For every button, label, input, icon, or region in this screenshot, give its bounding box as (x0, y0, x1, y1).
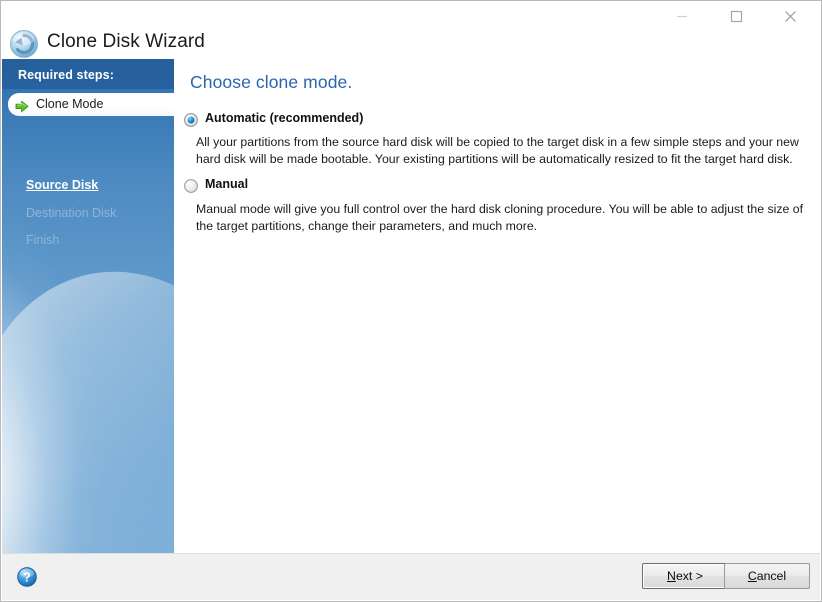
radio-option-label: Automatic (recommended) (205, 111, 364, 125)
window-title: Clone Disk Wizard (47, 31, 205, 52)
sidebar-item-clone-mode[interactable]: Clone Mode (8, 93, 174, 116)
radio-option-manual-description: Manual mode will give you full control o… (196, 202, 803, 233)
svg-text:?: ? (23, 571, 31, 585)
clone-disk-wizard-window: Clone Disk Wizard Required steps: Clone … (0, 0, 822, 602)
close-icon[interactable] (767, 1, 813, 31)
required-steps-label: Required steps: (18, 68, 114, 82)
footer-bar: ? Next > Cancel (2, 553, 820, 600)
next-button[interactable]: Next > (642, 563, 728, 589)
minimize-icon[interactable] (659, 1, 705, 31)
radio-option-label: Manual (205, 177, 249, 191)
cancel-button-accel: C (747, 569, 757, 583)
radio-automatic-icon[interactable] (184, 113, 198, 127)
maximize-icon[interactable] (713, 1, 759, 31)
green-arrow-icon (15, 98, 29, 113)
main-content: Choose clone mode. Automatic (recommende… (174, 59, 820, 556)
cancel-button[interactable]: Cancel (724, 563, 810, 589)
help-question-icon[interactable]: ? (15, 565, 39, 589)
sidebar-item-source-disk[interactable]: Source Disk (26, 179, 98, 192)
wizard-steps-sidebar: Required steps: Clone Mode Source Disk D… (2, 59, 174, 556)
radio-option-automatic-description: All your partitions from the source hard… (196, 135, 799, 166)
page-title: Choose clone mode. (190, 72, 353, 92)
back-arrow-disk-icon[interactable] (9, 29, 39, 59)
next-button-accel: N (667, 569, 676, 583)
sidebar-item-label: Clone Mode (36, 97, 104, 111)
sidebar-item-destination-disk: Destination Disk (26, 206, 117, 220)
title-bar: Clone Disk Wizard (1, 1, 821, 59)
sidebar-gradient-sheen (2, 243, 174, 556)
next-button-label: ext > (675, 569, 703, 583)
sidebar-item-finish: Finish (26, 233, 60, 247)
radio-manual-icon[interactable] (184, 179, 198, 193)
cancel-button-label: ancel (756, 569, 787, 583)
